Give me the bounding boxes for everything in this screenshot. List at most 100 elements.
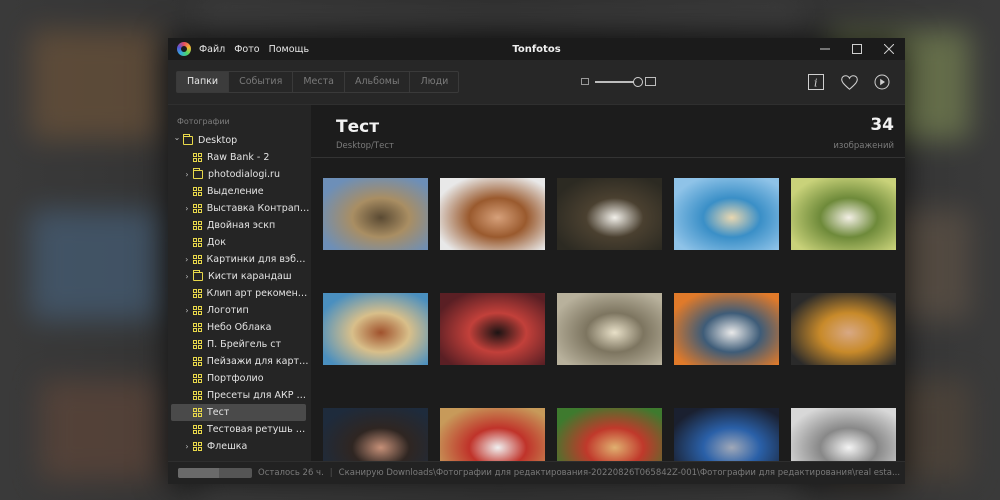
- sidebar-item[interactable]: Док: [168, 234, 311, 251]
- chevron-right-icon[interactable]: ›: [183, 272, 191, 281]
- sidebar-item-label: Пейзажи для карти...: [206, 356, 311, 367]
- sidebar-item[interactable]: Пейзажи для карти...: [168, 353, 311, 370]
- blurred-photo: [200, 0, 800, 30]
- tab-people[interactable]: Люди: [410, 72, 458, 92]
- breadcrumb: Desktop/Тест: [336, 141, 394, 151]
- photo-thumbnail-tv-camera[interactable]: [674, 408, 779, 462]
- sidebar-item[interactable]: Двойная эскп: [168, 217, 311, 234]
- sidebar-item[interactable]: › Логотип: [168, 302, 311, 319]
- folder-icon: [193, 168, 203, 179]
- chevron-right-icon[interactable]: ›: [183, 204, 191, 213]
- page-title: Тест: [336, 117, 380, 137]
- menu-photo[interactable]: Фото: [234, 44, 259, 55]
- zoom-slider-handle[interactable]: [633, 76, 643, 87]
- photo-thumbnail-blonde-in-grass[interactable]: [557, 293, 662, 365]
- sidebar-item[interactable]: Тестовая ретушь А...: [168, 421, 311, 438]
- minimize-button[interactable]: [809, 38, 841, 60]
- gallery-grid-icon: [192, 289, 202, 298]
- sidebar-item[interactable]: › Флешка: [168, 438, 311, 455]
- large-image-icon: [645, 77, 656, 86]
- chevron-right-icon[interactable]: ›: [183, 442, 191, 451]
- close-icon: [884, 44, 894, 54]
- sidebar-item[interactable]: Клип арт рекомендую: [168, 285, 311, 302]
- photo-thumbnail-woman-white-collar[interactable]: [557, 178, 662, 250]
- photo-thumbnail-chef-pastries[interactable]: [323, 293, 428, 365]
- sidebar-item[interactable]: › Картинки для вэбди...: [168, 251, 311, 268]
- title-bar: Файл Фото Помощь Tonfotos: [168, 38, 905, 60]
- zoom-slider[interactable]: [595, 76, 643, 87]
- sidebar-item[interactable]: Тест: [171, 404, 306, 421]
- svg-text:i: i: [814, 77, 818, 90]
- app-window: Файл Фото Помощь Tonfotos Папки События …: [168, 38, 905, 484]
- tab-events[interactable]: События: [229, 72, 294, 92]
- sidebar-item[interactable]: › Выставка Контрапу...: [168, 200, 311, 217]
- chevron-right-icon[interactable]: ›: [183, 170, 191, 179]
- chevron-down-icon[interactable]: ⌄: [173, 133, 181, 142]
- blurred-photo: [30, 210, 160, 320]
- sidebar-item[interactable]: Портфолио: [168, 370, 311, 387]
- thumbnail-grid: [323, 178, 896, 462]
- photo-thumbnail-office-laptop[interactable]: [674, 293, 779, 365]
- maximize-button[interactable]: [841, 38, 873, 60]
- sidebar-item-label: Флешка: [207, 441, 248, 452]
- photo-thumbnail-stone-arch[interactable]: [323, 178, 428, 250]
- folder-icon: [183, 134, 193, 145]
- sidebar-item-label: photodialogi.ru: [208, 169, 280, 180]
- tab-folders[interactable]: Папки: [177, 72, 230, 92]
- sidebar-item[interactable]: ⌄ Desktop: [168, 132, 311, 149]
- sidebar-item-label: Desktop: [198, 135, 238, 146]
- sidebar-item-label: Выставка Контрапу...: [206, 203, 311, 214]
- thumbnail-zoom: [581, 76, 656, 87]
- play-icon: [874, 74, 890, 90]
- photo-thumbnail-woman-yellow-top[interactable]: [791, 293, 896, 365]
- sidebar-item[interactable]: › Кисти карандаш: [168, 268, 311, 285]
- info-button[interactable]: i: [807, 73, 825, 91]
- gallery-grid-icon: [192, 255, 202, 264]
- photo-thumbnail-woman-in-flowers[interactable]: [791, 178, 896, 250]
- photo-thumbnail-archer-in-red[interactable]: [557, 408, 662, 462]
- photo-thumbnail-woman-dark-portrait[interactable]: [323, 408, 428, 462]
- main-panel: Тест Desktop/Тест 34 изображений: [311, 105, 905, 462]
- blurred-photo: [40, 380, 160, 480]
- chevron-right-icon[interactable]: ›: [183, 255, 191, 264]
- sidebar-item-label: Логотип: [207, 305, 249, 316]
- gallery-grid-icon: [192, 391, 202, 400]
- sidebar-item[interactable]: Выделение: [168, 183, 311, 200]
- sidebar-item[interactable]: Raw Bank - 2: [168, 149, 311, 166]
- tab-places[interactable]: Места: [293, 72, 345, 92]
- window-controls: [809, 38, 905, 60]
- sidebar-item-label: Raw Bank - 2: [207, 152, 270, 163]
- chevron-right-icon[interactable]: ›: [183, 306, 191, 315]
- gallery-grid-icon: [193, 221, 202, 230]
- tab-albums[interactable]: Альбомы: [345, 72, 411, 92]
- toolbar: Папки События Места Альбомы Люди i: [168, 60, 905, 105]
- sidebar-item[interactable]: Пресеты для АКР и...: [168, 387, 311, 404]
- sidebar-item-label: Двойная эскп: [207, 220, 276, 231]
- favorite-button[interactable]: [840, 73, 858, 91]
- folder-icon: [193, 270, 203, 281]
- gallery-grid-icon: [192, 357, 202, 366]
- sidebar-item-label: Тест: [207, 407, 230, 418]
- time-remaining: Осталось 26 ч.: [258, 468, 324, 478]
- sidebar-item[interactable]: Небо Облака: [168, 319, 311, 336]
- photo-thumbnail-santa-man[interactable]: [440, 408, 545, 462]
- photo-thumbnail-jumping-beach[interactable]: [674, 178, 779, 250]
- close-button[interactable]: [873, 38, 905, 60]
- maximize-icon: [852, 44, 862, 54]
- gallery-grid-icon: [193, 374, 202, 383]
- gallery-grid-icon: [192, 204, 202, 213]
- sidebar-item-label: Небо Облака: [207, 322, 272, 333]
- photo-thumbnail-pencil-sketch[interactable]: [791, 408, 896, 462]
- photo-thumbnail-curly-hair-woman[interactable]: [440, 178, 545, 250]
- menu-help[interactable]: Помощь: [269, 44, 309, 55]
- slideshow-button[interactable]: [873, 73, 891, 91]
- sidebar-item[interactable]: › photodialogi.ru: [168, 166, 311, 183]
- photo-thumbnail-cinema-audience[interactable]: [440, 293, 545, 365]
- gallery-grid-icon: [193, 408, 202, 417]
- toolbar-actions: i: [792, 73, 891, 91]
- app-logo-icon: [177, 42, 191, 56]
- heart-icon: [840, 74, 858, 90]
- image-count-label: изображений: [833, 141, 894, 151]
- menu-file[interactable]: Файл: [199, 44, 225, 55]
- sidebar-item[interactable]: П. Брейгель ст: [168, 336, 311, 353]
